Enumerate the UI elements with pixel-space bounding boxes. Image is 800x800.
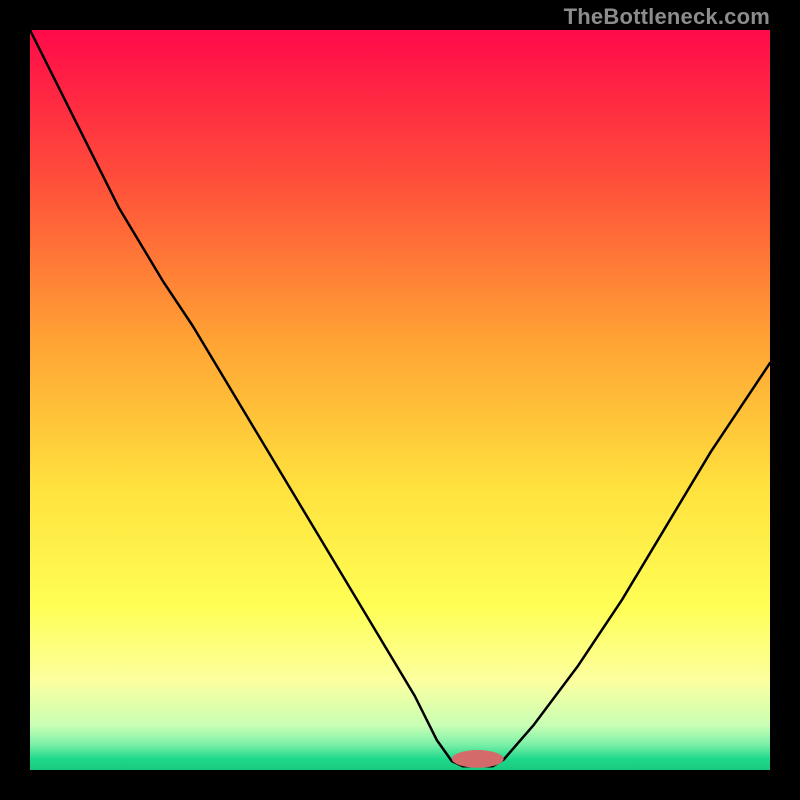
gradient-background [30,30,770,770]
bottleneck-chart [30,30,770,770]
watermark-text: TheBottleneck.com [564,4,770,30]
chart-frame: TheBottleneck.com [0,0,800,800]
optimal-marker [452,750,504,768]
plot-area [30,30,770,770]
